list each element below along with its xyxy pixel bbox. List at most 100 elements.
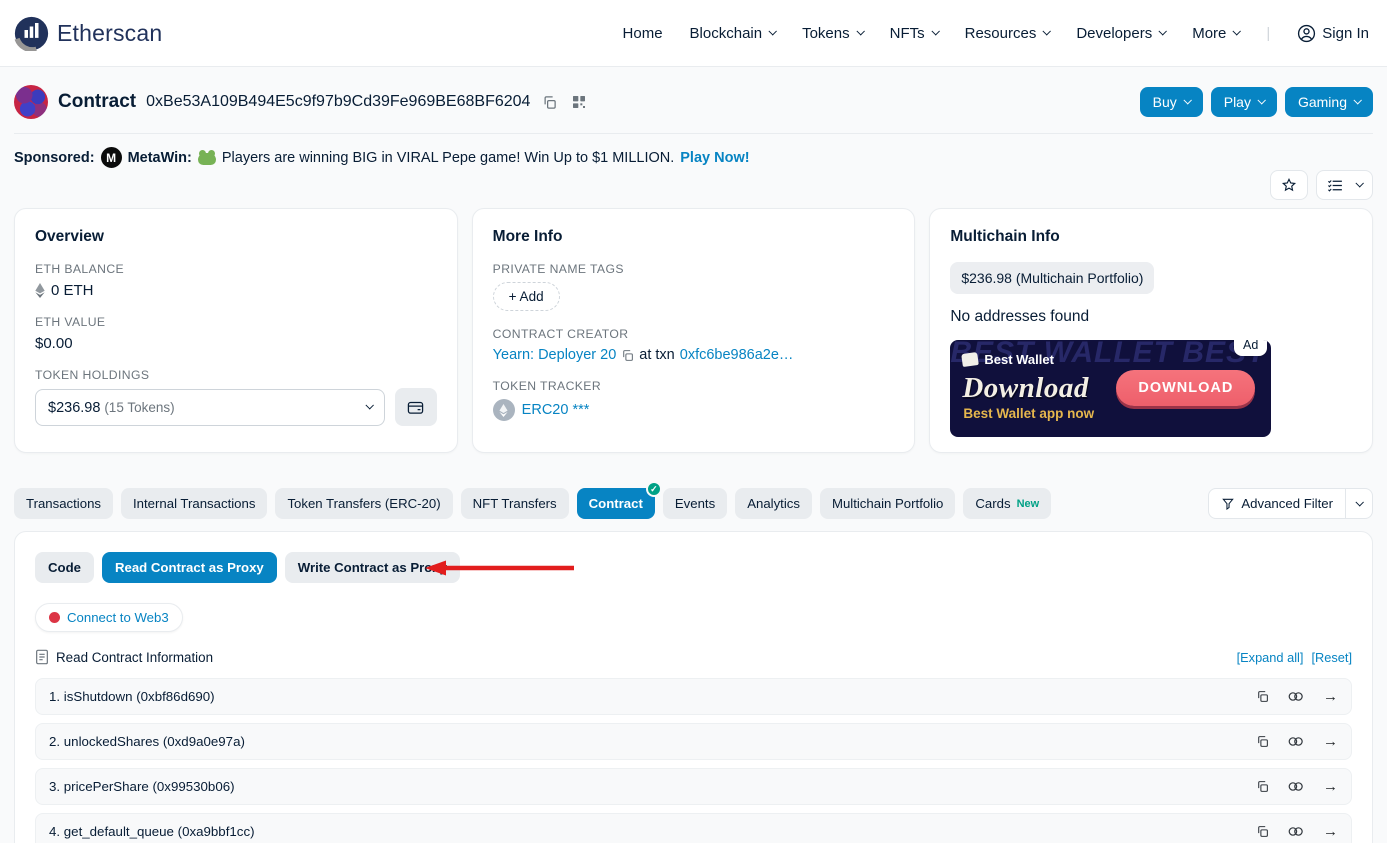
copy-method-button[interactable]	[1256, 825, 1269, 838]
eth-diamond-icon	[35, 283, 45, 298]
ad-label: Ad	[1234, 340, 1267, 356]
tab-events[interactable]: Events	[663, 488, 727, 519]
creator-link[interactable]: Yearn: Deployer 20	[493, 347, 617, 363]
tab-internal-transactions[interactable]: Internal Transactions	[121, 488, 267, 519]
method-query-button[interactable]: →	[1323, 688, 1338, 705]
summary-cards: Overview ETH BALANCE 0 ETH ETH VALUE $0.…	[14, 208, 1373, 453]
advanced-filter-control: Advanced Filter	[1208, 488, 1373, 519]
tab-contract[interactable]: Contract ✓	[577, 488, 655, 519]
method-row-pricePerShare[interactable]: 3. pricePerShare (0x99530b06) →	[35, 768, 1352, 805]
copy-method-button[interactable]	[1256, 780, 1269, 793]
read-contract-section-header: Read Contract Information [Expand all] […	[35, 649, 1352, 665]
nav-blockchain[interactable]: Blockchain	[690, 25, 776, 42]
ad-subline: Best Wallet app now	[963, 406, 1094, 421]
sponsored-message: Players are winning BIG in VIRAL Pepe ga…	[222, 150, 674, 166]
tab-multichain-portfolio[interactable]: Multichain Portfolio	[820, 488, 955, 519]
tab-cards[interactable]: Cards New	[963, 488, 1051, 519]
nav-more[interactable]: More	[1192, 25, 1239, 42]
etherscan-logo[interactable]: Etherscan	[14, 16, 162, 51]
method-permalink-button[interactable]	[1288, 781, 1304, 792]
tab-transactions[interactable]: Transactions	[14, 488, 113, 519]
document-icon	[35, 649, 49, 665]
contract-panel: Code Read Contract as Proxy Write Contra…	[14, 531, 1373, 843]
ad-headline: Download	[962, 372, 1088, 405]
checklist-menu-button[interactable]	[1316, 170, 1373, 200]
method-permalink-button[interactable]	[1288, 736, 1304, 747]
best-wallet-logo-icon	[962, 352, 980, 367]
method-row-get_default_queue[interactable]: 4. get_default_queue (0xa9bbf1cc) →	[35, 813, 1352, 843]
advanced-filter-caret[interactable]	[1345, 489, 1372, 518]
nav-home[interactable]: Home	[623, 25, 663, 42]
method-permalink-button[interactable]	[1288, 826, 1304, 837]
token-holdings-dropdown[interactable]: $236.98 (15 Tokens)	[35, 389, 385, 426]
header-divider	[14, 133, 1373, 134]
sponsored-banner: Sponsored: M MetaWin: Players are winnin…	[14, 147, 1373, 168]
nav-tokens[interactable]: Tokens	[802, 25, 863, 42]
play-now-link[interactable]: Play Now!	[680, 150, 749, 166]
eth-value-label: ETH VALUE	[35, 315, 437, 329]
contract-subtabs: Code Read Contract as Proxy Write Contra…	[35, 552, 1352, 583]
nav-links: Home Blockchain Tokens NFTs Resources De…	[623, 24, 1369, 43]
advanced-filter-button[interactable]: Advanced Filter	[1209, 489, 1345, 518]
gaming-button[interactable]: Gaming	[1285, 87, 1373, 117]
nav-developers[interactable]: Developers	[1076, 25, 1165, 42]
subtab-read-contract-as-proxy[interactable]: Read Contract as Proxy	[102, 552, 277, 583]
creator-middle-text: at txn	[639, 347, 674, 363]
link-icon	[1288, 736, 1304, 747]
ad-brand-row: Best Wallet	[962, 352, 1054, 367]
method-row-unlockedShares[interactable]: 2. unlockedShares (0xd9a0e97a) →	[35, 723, 1352, 760]
method-row-isShutdown[interactable]: 1. isShutdown (0xbf86d690) →	[35, 678, 1352, 715]
copy-address-button[interactable]	[538, 91, 561, 114]
sign-in-button[interactable]: Sign In	[1297, 24, 1369, 43]
creation-txn-link[interactable]: 0xfc6be986a2e…	[680, 347, 794, 363]
link-icon	[1288, 781, 1304, 792]
token-tracker-link[interactable]: ERC20 ***	[522, 402, 590, 418]
address-tabs: Transactions Internal Transactions Token…	[14, 488, 1373, 519]
link-icon	[1288, 691, 1304, 702]
ad-download-button[interactable]: DOWNLOAD	[1116, 370, 1255, 406]
favorite-button[interactable]	[1270, 170, 1308, 200]
contract-header: Contract 0xBe53A109B494E5c9f97b9Cd39Fe96…	[14, 81, 1373, 123]
tab-token-transfers[interactable]: Token Transfers (ERC-20)	[275, 488, 452, 519]
tab-nft-transfers[interactable]: NFT Transfers	[461, 488, 569, 519]
method-query-button[interactable]: →	[1323, 823, 1338, 840]
copy-creator-button[interactable]	[621, 349, 634, 362]
qr-code-icon	[571, 94, 587, 110]
chevron-down-icon	[931, 27, 939, 35]
play-button[interactable]: Play	[1211, 87, 1277, 117]
metawin-logo-icon: M	[101, 147, 122, 168]
expand-all-link[interactable]: [Expand all]	[1237, 650, 1304, 665]
buy-button[interactable]: Buy	[1140, 87, 1203, 117]
connect-to-web3-button[interactable]: Connect to Web3	[35, 603, 183, 632]
qr-code-button[interactable]	[567, 90, 591, 114]
sponsored-prefix: Sponsored:	[14, 150, 95, 166]
nav-separator: |	[1266, 25, 1270, 42]
subtab-write-contract-as-proxy[interactable]: Write Contract as Proxy	[285, 552, 460, 583]
copy-icon	[1256, 825, 1269, 838]
copy-method-button[interactable]	[1256, 735, 1269, 748]
reset-link[interactable]: [Reset]	[1311, 650, 1352, 665]
method-query-button[interactable]: →	[1323, 778, 1338, 795]
nav-nfts[interactable]: NFTs	[890, 25, 938, 42]
quick-actions	[14, 170, 1373, 200]
no-addresses-text: No addresses found	[950, 308, 1352, 326]
method-query-button[interactable]: →	[1323, 733, 1338, 750]
multichain-portfolio-badge[interactable]: $236.98 (Multichain Portfolio)	[950, 262, 1154, 294]
wallet-view-button[interactable]	[395, 388, 437, 426]
verified-check-icon: ✓	[646, 481, 662, 497]
ad-banner[interactable]: BEST WALLET BEST WALLET BEST WALLET BEST…	[950, 340, 1271, 437]
chevron-down-icon	[1183, 96, 1191, 104]
method-permalink-button[interactable]	[1288, 691, 1304, 702]
nav-resources[interactable]: Resources	[965, 25, 1050, 42]
token-holdings-count: (15 Tokens)	[104, 400, 174, 415]
copy-method-button[interactable]	[1256, 690, 1269, 703]
overview-title: Overview	[35, 228, 437, 246]
wallet-icon	[407, 400, 424, 415]
chevron-down-icon	[769, 27, 777, 35]
add-name-tag-button[interactable]: + Add	[493, 282, 560, 311]
brand-name: Etherscan	[57, 20, 162, 47]
header-actions: Buy Play Gaming	[1140, 87, 1373, 117]
contract-creator-line: Yearn: Deployer 20 at txn 0xfc6be986a2e…	[493, 347, 895, 363]
tab-analytics[interactable]: Analytics	[735, 488, 812, 519]
subtab-code[interactable]: Code	[35, 552, 94, 583]
